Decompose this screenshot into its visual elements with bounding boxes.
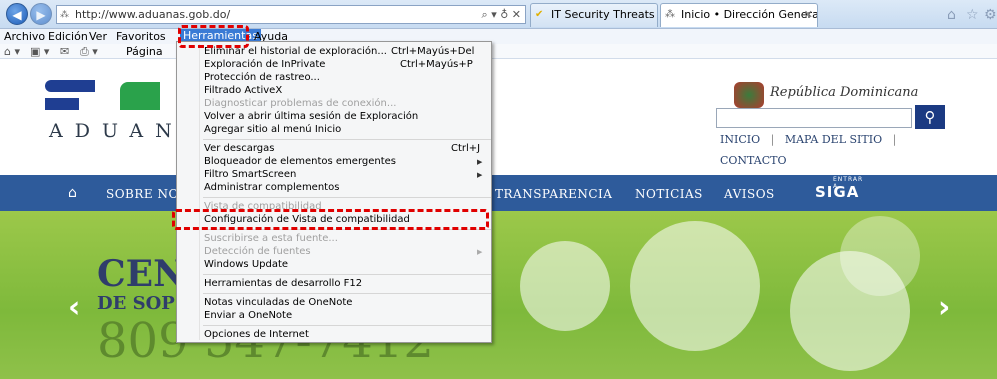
menu-ver[interactable]: Ver (89, 30, 107, 43)
home-icon[interactable]: ⌂ ▾ (4, 45, 20, 58)
tab-label: IT Security Threats | Symantec (551, 8, 657, 21)
feeds-icon[interactable]: ▣ ▾ (30, 45, 49, 58)
menu-item-enviar-onenote[interactable]: Enviar a OneNote (204, 310, 292, 321)
home-icon[interactable]: ⌂ (68, 185, 77, 201)
web-page: ADUANAS República Dominicana ⚲ INICIO | … (0, 60, 997, 379)
nav-avisos[interactable]: AVISOS (724, 187, 775, 201)
menu-bar: Archivo Edición Ver Favoritos Herramient… (0, 29, 997, 44)
menu-separator (203, 293, 491, 294)
menu-item-ver-descargas[interactable]: Ver descargas (204, 143, 274, 154)
close-tab-icon[interactable]: ✕ (804, 4, 813, 26)
menu-separator (203, 197, 491, 198)
menu-item-f12[interactable]: Herramientas de desarrollo F12 (204, 278, 362, 289)
siga-button[interactable]: ENTRAR A SIGA (815, 176, 862, 201)
menu-item-complementos[interactable]: Administrar complementos (204, 182, 339, 193)
carousel-next-icon[interactable]: › (938, 290, 950, 325)
menu-item-deteccion-fuentes: Detección de fuentes (204, 246, 311, 257)
favorites-star-icon[interactable]: ☆ (966, 7, 979, 23)
top-links: INICIO | MAPA DEL SITIO | (720, 133, 896, 146)
command-bar: ⌂ ▾ ▣ ▾ ✉ ⎙ ▾ Página (0, 44, 997, 59)
shortcut: Ctrl+Mayús+Del (391, 46, 475, 57)
menu-gutter (199, 44, 200, 340)
menu-separator (203, 274, 491, 275)
submenu-arrow-icon: ▶ (477, 171, 483, 179)
page-menu[interactable]: Página (126, 45, 163, 58)
forward-icon[interactable]: ▶ (30, 3, 52, 25)
submenu-arrow-icon: ▶ (477, 158, 483, 166)
highlight-config-vista-compat (172, 209, 489, 230)
favicon-icon: ⁂ (60, 10, 69, 20)
menu-item-smartscreen[interactable]: Filtro SmartScreen (204, 169, 296, 180)
submenu-arrow-icon: ▶ (477, 248, 483, 256)
logo-shape (45, 80, 95, 92)
checkmark-icon: ✔ (535, 9, 544, 20)
menu-item-filtrado-activex[interactable]: Filtrado ActiveX (204, 85, 282, 96)
menu-edicion[interactable]: Edición (48, 30, 88, 43)
carousel-prev-icon[interactable]: ‹ (68, 290, 80, 325)
menu-item-opciones-internet[interactable]: Opciones de Internet (204, 329, 309, 340)
home-icon[interactable]: ⌂ (947, 7, 956, 23)
address-tools-icon[interactable]: ⌕ ▾ ♁ ✕ (482, 6, 521, 23)
nav-sobre[interactable]: SOBRE NO (106, 187, 179, 201)
link-contacto[interactable]: CONTACTO (720, 154, 787, 167)
menu-item-suscribirse: Suscribirse a esta fuente... (204, 233, 338, 244)
highlight-herramientas (178, 25, 249, 48)
menu-item-bloqueador[interactable]: Bloqueador de elementos emergentes (204, 156, 396, 167)
browser-titlebar: ◀ ▶ ⁂ http://www.aduanas.gob.do/ ⌕ ▾ ♁ ✕… (0, 0, 997, 29)
shortcut: Ctrl+Mayús+P (400, 59, 473, 70)
tools-dropdown: Eliminar el historial de exploración... … (176, 41, 492, 343)
banner-line1: CEN (97, 253, 186, 295)
divider: | (763, 133, 782, 146)
shortcut: Ctrl+J (451, 143, 481, 154)
gear-icon[interactable]: ⚙ (984, 7, 997, 23)
address-bar[interactable]: ⁂ http://www.aduanas.gob.do/ ⌕ ▾ ♁ ✕ (56, 5, 526, 24)
menu-separator (203, 139, 491, 140)
back-icon[interactable]: ◀ (6, 3, 28, 25)
tab-symantec[interactable]: ✔ IT Security Threats | Symantec (530, 3, 658, 27)
logo-shape (120, 82, 160, 110)
menu-item-diagnosticar: Diagnosticar problemas de conexión... (204, 98, 397, 109)
logo-shape (45, 98, 79, 110)
menu-item-inprivate[interactable]: Exploración de InPrivate (204, 59, 325, 70)
site-nav: ⌂ SOBRE NO TRANSPARENCIA NOTICIAS AVISOS… (0, 175, 997, 211)
menu-item-onenote-notas[interactable]: Notas vinculadas de OneNote (204, 297, 352, 308)
menu-archivo[interactable]: Archivo (4, 30, 45, 43)
divider: | (885, 133, 897, 146)
site-search-input[interactable] (716, 108, 912, 128)
banner-circle (840, 216, 920, 296)
banner: CEN DE SOP 809 547-7412 (0, 211, 997, 379)
menu-item-windows-update[interactable]: Windows Update (204, 259, 288, 270)
banner-circle (630, 221, 760, 351)
mail-icon[interactable]: ✉ (60, 45, 69, 58)
favicon-icon: ⁂ (665, 9, 675, 20)
siga-small: ENTRAR A (833, 176, 864, 190)
coat-of-arms-icon (734, 82, 764, 108)
address-text: http://www.aduanas.gob.do/ (75, 8, 231, 21)
menu-item-agregar-sitio[interactable]: Agregar sitio al menú Inicio (204, 124, 341, 135)
menu-item-volver-abrir[interactable]: Volver a abrir última sesión de Explorac… (204, 111, 418, 122)
print-icon[interactable]: ⎙ ▾ (80, 45, 98, 59)
banner-circle (520, 241, 610, 331)
nav-noticias[interactable]: NOTICIAS (635, 187, 703, 201)
republica-title: República Dominicana (770, 85, 919, 100)
tab-aduanas[interactable]: ⁂ Inicio • Dirección General d... ✕ (660, 3, 818, 27)
nav-transparencia[interactable]: TRANSPARENCIA (495, 187, 612, 201)
menu-separator (203, 325, 491, 326)
link-mapa[interactable]: MAPA DEL SITIO (785, 133, 882, 146)
menu-favoritos[interactable]: Favoritos (116, 30, 166, 43)
tab-label: Inicio • Dirección General d... (681, 8, 818, 21)
search-icon[interactable]: ⚲ (915, 105, 945, 129)
menu-item-proteccion-rastreo[interactable]: Protección de rastreo... (204, 72, 320, 83)
link-inicio[interactable]: INICIO (720, 133, 760, 146)
banner-line2: DE SOP (97, 293, 175, 314)
